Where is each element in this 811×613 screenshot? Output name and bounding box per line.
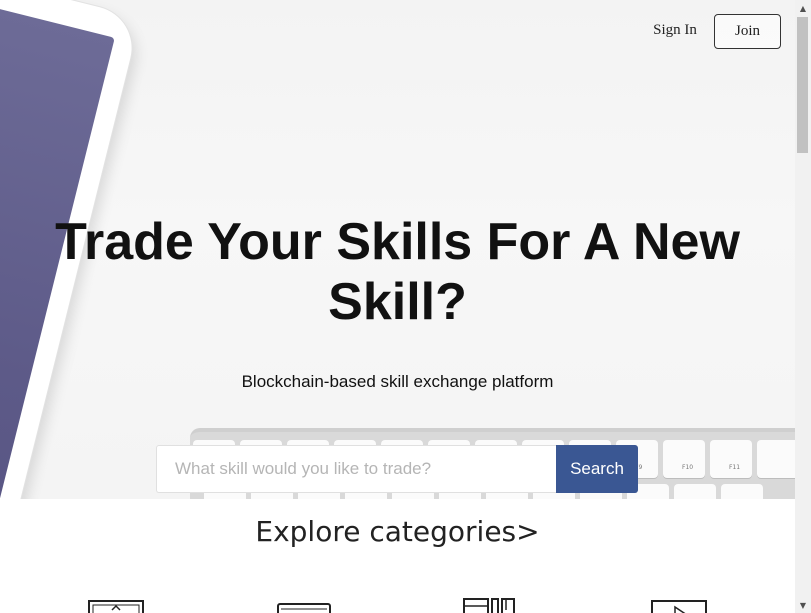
- keyboard-key: F10: [663, 440, 705, 478]
- search-bar: Search: [156, 445, 638, 493]
- vertical-scrollbar[interactable]: ▲ ▼: [795, 0, 811, 613]
- scroll-up-arrow-icon[interactable]: ▲: [795, 0, 811, 16]
- keyboard-key: F11: [710, 440, 752, 478]
- monitor-icon[interactable]: [87, 598, 145, 613]
- search-button[interactable]: Search: [556, 445, 638, 493]
- video-player-icon[interactable]: [650, 598, 708, 613]
- hero-headline: Trade Your Skills For A New Skill?: [55, 213, 740, 331]
- scroll-thumb[interactable]: [797, 17, 808, 153]
- sign-in-link[interactable]: Sign In: [645, 22, 705, 39]
- books-icon[interactable]: [462, 598, 520, 613]
- keyboard-key: [757, 440, 795, 478]
- key-label: F11: [729, 464, 741, 471]
- skill-search-input[interactable]: [156, 445, 556, 493]
- keyboard-key: [674, 484, 716, 499]
- hero-subtitle: Blockchain-based skill exchange platform: [241, 372, 554, 391]
- scroll-down-arrow-icon[interactable]: ▼: [795, 597, 811, 613]
- explore-categories-link[interactable]: Explore categories>: [0, 515, 795, 548]
- laptop-icon[interactable]: [275, 598, 333, 613]
- hero-section: F9 F10 F11 Sign In Join Trade Your Skill…: [0, 0, 795, 499]
- join-button[interactable]: Join: [714, 14, 781, 49]
- key-label: F10: [682, 464, 694, 471]
- keyboard-key: [721, 484, 763, 499]
